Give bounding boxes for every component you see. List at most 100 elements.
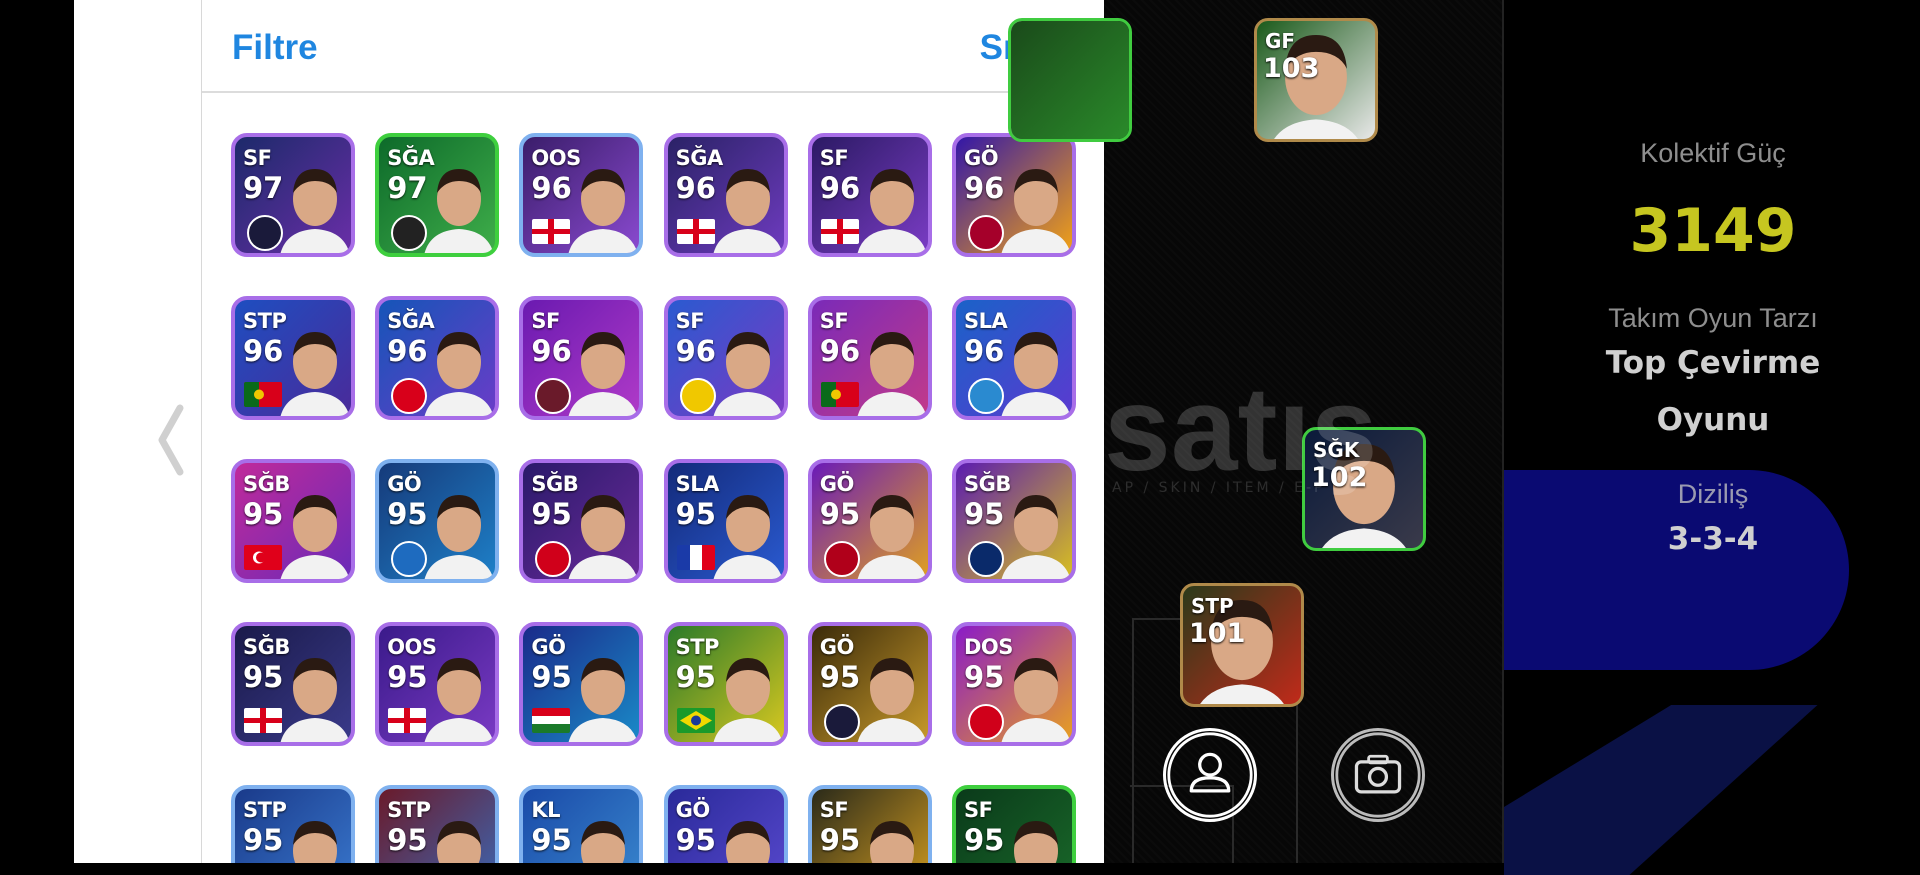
person-icon[interactable]	[1163, 728, 1257, 822]
player-card[interactable]: SF 96	[807, 133, 932, 257]
formation-card-partial[interactable]	[1008, 18, 1132, 142]
player-card[interactable]: SĞB 95	[519, 459, 644, 583]
country-flag-icon	[532, 219, 571, 244]
club-badge-icon	[391, 541, 428, 577]
player-portrait	[725, 821, 770, 863]
player-rating: 95	[387, 823, 428, 857]
player-portrait	[1001, 658, 1071, 742]
player-card[interactable]: SĞA 97	[375, 133, 500, 257]
player-portrait	[1001, 332, 1071, 416]
player-card[interactable]: STP 95	[375, 785, 500, 863]
player-card[interactable]: GÖ 96	[952, 133, 1076, 257]
player-portrait	[424, 658, 494, 742]
player-card[interactable]: SF 95	[807, 785, 932, 863]
collective-power-value: 3149	[1629, 196, 1797, 266]
formation-label: Diziliş	[1677, 479, 1749, 509]
player-card[interactable]: STP 96	[231, 296, 355, 420]
filter-button[interactable]: Filtre	[232, 28, 318, 68]
player-card[interactable]: SLA 95	[663, 459, 788, 583]
player-rating: 95	[675, 497, 716, 531]
player-card[interactable]: SĞA 96	[375, 296, 500, 420]
player-card[interactable]: GÖ 95	[375, 459, 500, 583]
player-rating: 95	[819, 497, 861, 531]
player-card[interactable]: SĞB 95	[231, 459, 355, 583]
country-flag-icon	[244, 708, 282, 733]
player-card[interactable]: SĞB 95	[231, 622, 355, 746]
player-card[interactable]: OOS 96	[519, 133, 644, 257]
player-position: SF	[675, 309, 705, 333]
player-position: SF	[819, 798, 849, 822]
player-position: STP	[243, 309, 287, 333]
player-position: SF	[243, 146, 272, 170]
player-portrait	[857, 658, 927, 742]
player-card[interactable]: SLA 96	[952, 296, 1076, 420]
player-position: SF	[531, 309, 560, 333]
player-card[interactable]: SF 96	[519, 296, 644, 420]
player-position: SF	[819, 146, 849, 170]
player-portrait	[857, 169, 927, 253]
player-portrait	[280, 332, 350, 416]
club-badge-icon	[247, 215, 283, 251]
player-rating: 96	[819, 334, 861, 368]
player-rating: 96	[387, 334, 428, 368]
watermark: satış	[1104, 362, 1378, 496]
player-rating: 96	[531, 171, 572, 205]
player-card[interactable]: SF 97	[231, 133, 355, 257]
country-flag-icon	[244, 545, 282, 570]
player-position: OOS	[387, 635, 437, 659]
player-card[interactable]: OOS 95	[375, 622, 500, 746]
player-card[interactable]: KL 95	[519, 785, 644, 863]
country-flag-icon	[532, 708, 571, 733]
player-rating: 95	[964, 823, 1005, 857]
player-rating: 97	[387, 171, 428, 205]
country-flag-icon	[676, 545, 715, 570]
player-portrait	[581, 821, 626, 863]
player-rating: 95	[675, 660, 716, 694]
player-rating: 95	[675, 823, 716, 857]
formation-player-card[interactable]: STP 101	[1180, 583, 1304, 707]
player-card[interactable]: SF 96	[663, 296, 788, 420]
player-rating: 95	[531, 497, 572, 531]
player-portrait	[424, 169, 494, 253]
player-card[interactable]: GÖ 95	[807, 459, 932, 583]
player-rating: 95	[243, 660, 284, 694]
player-position: SLA	[675, 472, 720, 496]
player-position: DOS	[964, 635, 1013, 659]
player-rating: 101	[1189, 618, 1246, 649]
player-card[interactable]: GÖ 95	[663, 785, 788, 863]
player-position: SLA	[964, 309, 1008, 333]
player-rating: 103	[1263, 53, 1320, 84]
player-card[interactable]: STP 95	[231, 785, 355, 863]
player-card[interactable]: SF 95	[952, 785, 1076, 863]
player-position: GF	[1265, 29, 1296, 53]
chevron-left-icon[interactable]	[150, 400, 190, 480]
player-rating: 95	[819, 823, 861, 857]
formation-player-card[interactable]: GF 103	[1254, 18, 1378, 142]
player-rating: 97	[243, 171, 284, 205]
player-portrait	[280, 495, 350, 579]
player-position: OOS	[531, 146, 581, 170]
country-flag-icon	[676, 708, 715, 733]
player-rating: 96	[675, 171, 716, 205]
player-position: STP	[243, 798, 287, 822]
player-rating: 96	[675, 334, 716, 368]
player-rating: 95	[243, 823, 284, 857]
player-card[interactable]: SF 96	[807, 296, 932, 420]
formation-value[interactable]: 3-3-4	[1504, 521, 1920, 557]
player-rating: 96	[243, 334, 284, 368]
player-rating: 95	[964, 660, 1005, 694]
pitch-line	[1296, 690, 1298, 863]
camera-icon[interactable]	[1331, 728, 1425, 822]
pitch-line	[1132, 618, 1134, 863]
player-card[interactable]: SĞA 96	[663, 133, 788, 257]
player-portrait	[569, 658, 638, 742]
watermark-sub: AP / SKIN / ITEM / E-P	[1112, 480, 1326, 496]
player-card[interactable]: STP 95	[663, 622, 788, 746]
player-card[interactable]: GÖ 95	[807, 622, 932, 746]
player-card[interactable]: SĞB 95	[952, 459, 1076, 583]
player-rating: 96	[964, 171, 1005, 205]
player-card[interactable]: GÖ 95	[519, 622, 644, 746]
player-card[interactable]: DOS 95	[952, 622, 1076, 746]
player-rating: 95	[243, 497, 284, 531]
player-position: SĞA	[387, 146, 435, 170]
